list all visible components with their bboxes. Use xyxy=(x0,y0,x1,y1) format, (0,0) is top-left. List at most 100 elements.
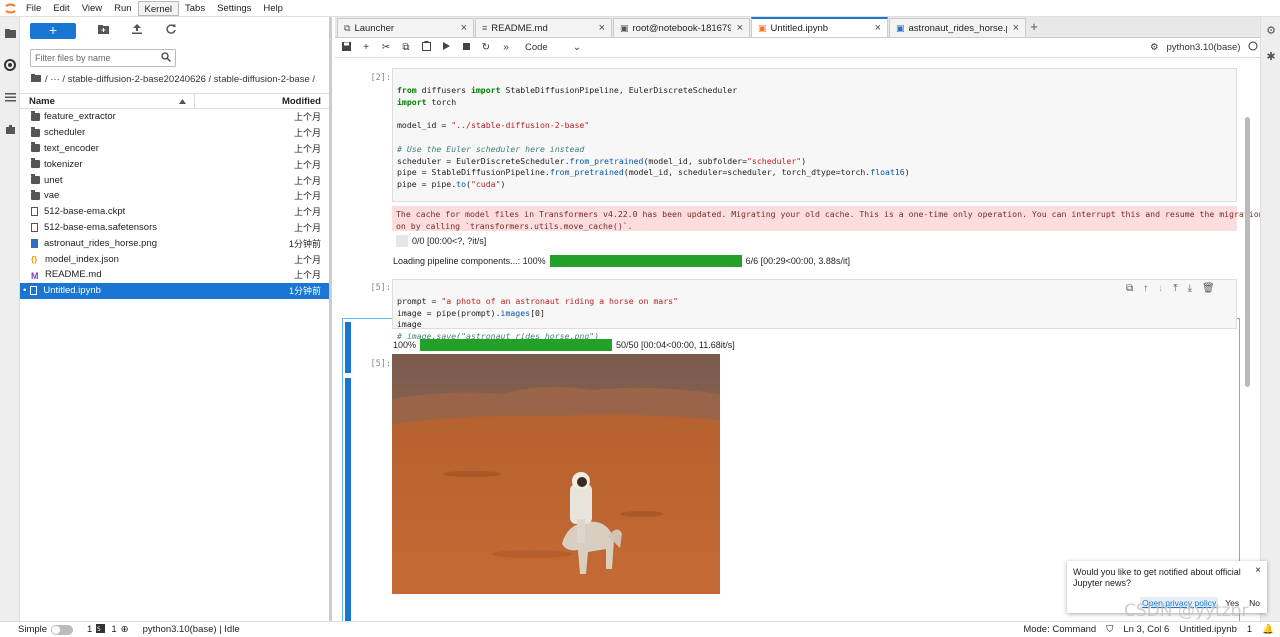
menu-run[interactable]: Run xyxy=(108,1,137,16)
file-modified: 上个月 xyxy=(293,222,321,233)
tab-untitled-notebook[interactable]: ▣ Untitled.ipynb × xyxy=(751,17,888,37)
close-icon[interactable]: × xyxy=(737,22,743,34)
code-line: pipe = StableDiffusionPipeline.from_pret… xyxy=(397,167,910,178)
code-cell-2[interactable]: prompt = "a photo of an astronaut riding… xyxy=(392,279,1237,341)
run-icon[interactable] xyxy=(441,42,451,53)
no-button[interactable]: No xyxy=(1246,597,1263,609)
copy-icon[interactable]: ⧉ xyxy=(401,42,411,53)
file-row-scheduler[interactable]: scheduler 上个月 xyxy=(20,125,329,141)
sort-caret-up-icon xyxy=(179,96,186,107)
tab-readme[interactable]: ≡ README.md × xyxy=(475,18,612,37)
name-column-header[interactable]: Name xyxy=(20,93,195,109)
cut-icon[interactable]: ✂ xyxy=(381,42,391,53)
notebook-icon: ▣ xyxy=(758,22,767,33)
menu-kernel[interactable]: Kernel xyxy=(137,0,180,16)
notebook-scrollbar[interactable] xyxy=(1245,117,1250,387)
menu-edit[interactable]: Edit xyxy=(47,1,75,16)
code-cell-1[interactable]: from diffusers import StableDiffusionPip… xyxy=(392,68,1237,202)
progress-empty: 0/0 [00:00<?, ?it/s] xyxy=(396,235,486,247)
filter-files-input[interactable] xyxy=(35,53,155,63)
cursor-position[interactable]: Ln 3, Col 6 xyxy=(1123,624,1169,635)
refresh-icon[interactable] xyxy=(164,24,178,38)
table-of-contents-icon[interactable] xyxy=(0,81,20,113)
running-kernels-icon[interactable] xyxy=(0,49,20,81)
insert-below-icon[interactable]: ⤓ xyxy=(1188,283,1192,294)
add-tab-button[interactable]: + xyxy=(1027,18,1041,37)
stop-icon[interactable] xyxy=(461,42,471,53)
paste-icon[interactable] xyxy=(421,41,431,54)
extensions-puzzle-icon[interactable] xyxy=(0,113,20,145)
move-down-icon[interactable]: ↓ xyxy=(1158,283,1163,294)
insert-above-icon[interactable]: ⤒ xyxy=(1173,283,1177,294)
mode-indicator[interactable]: Mode: Command xyxy=(1023,624,1096,635)
file-row-unet[interactable]: unet 上个月 xyxy=(20,172,329,188)
tab-terminal[interactable]: ▣ root@notebook-18167946 × xyxy=(613,18,750,37)
file-name: feature_extractor xyxy=(44,111,116,123)
save-icon[interactable] xyxy=(341,41,351,54)
duplicate-cell-icon[interactable]: ⧉ xyxy=(1126,283,1133,294)
menu-file[interactable]: File xyxy=(20,1,47,16)
code-line: prompt = "a photo of an astronaut riding… xyxy=(397,295,678,306)
file-row-png[interactable]: astronaut_rides_horse.png 1分钟前 xyxy=(20,235,329,251)
gear-icon[interactable]: ⚙ xyxy=(1150,42,1159,53)
progress-fill xyxy=(549,255,742,267)
new-launcher-button[interactable]: + xyxy=(30,23,76,39)
code-comment: # Use the Euler scheduler here instead xyxy=(397,143,585,154)
move-up-icon[interactable]: ↑ xyxy=(1143,283,1148,294)
kernel-status[interactable]: python3.10(base) | Idle xyxy=(143,624,240,635)
menu-help[interactable]: Help xyxy=(257,1,289,16)
tab-launcher[interactable]: ⧉ Launcher × xyxy=(337,18,474,37)
filter-files-box xyxy=(30,49,176,67)
file-row-vae[interactable]: vae 上个月 xyxy=(20,188,329,204)
terminal-icon: S xyxy=(96,623,106,636)
launcher-icon: ⧉ xyxy=(344,22,351,33)
close-icon[interactable]: × xyxy=(1013,22,1019,34)
file-name: unet xyxy=(44,174,63,186)
upload-icon[interactable] xyxy=(130,24,144,38)
file-row-json[interactable]: {} model_index.json 上个月 xyxy=(20,251,329,267)
close-icon[interactable]: × xyxy=(1255,565,1261,576)
tab-image[interactable]: ▣ astronaut_rides_horse.png × xyxy=(889,18,1026,37)
close-icon[interactable]: × xyxy=(461,22,467,34)
file-row-feature-extractor[interactable]: feature_extractor 上个月 xyxy=(20,109,329,125)
debugger-bug-icon[interactable]: ✱ xyxy=(1261,43,1280,69)
simple-mode-toggle[interactable] xyxy=(51,624,74,635)
output-collapser[interactable] xyxy=(345,378,351,621)
modified-column-header[interactable]: Modified xyxy=(195,96,329,107)
progress-bar-empty xyxy=(396,235,408,247)
delete-cell-icon[interactable]: 🗑 xyxy=(1202,283,1215,294)
folder-icon[interactable] xyxy=(0,17,20,49)
file-name: vae xyxy=(44,190,60,202)
terminal-count[interactable]: 1 xyxy=(87,624,92,635)
cell-type-select[interactable]: Code ⌄ xyxy=(525,42,581,53)
cell-prompt: [2]: xyxy=(370,73,391,83)
kernel-status-icon xyxy=(1248,41,1258,54)
file-name: 512-base-ema.safetensors xyxy=(44,221,158,233)
restart-icon[interactable]: ↻ xyxy=(481,42,491,53)
file-row-ckpt[interactable]: 512-base-ema.ckpt 上个月 xyxy=(20,204,329,220)
insert-cell-icon[interactable]: + xyxy=(361,42,371,53)
new-folder-icon[interactable] xyxy=(96,24,110,38)
kernel-count[interactable]: 1 xyxy=(111,624,116,635)
kernel-name[interactable]: python3.10(base) xyxy=(1167,42,1241,53)
property-inspector-gear-icon[interactable]: ⚙ xyxy=(1261,17,1280,43)
file-row-safetensors[interactable]: 512-base-ema.safetensors 上个月 xyxy=(20,220,329,236)
home-folder-icon[interactable] xyxy=(31,73,41,85)
file-row-readme[interactable]: M README.md 上个月 xyxy=(20,267,329,283)
file-modified: 上个月 xyxy=(293,112,321,123)
notification-count[interactable]: 1 xyxy=(1247,624,1252,635)
menu-settings[interactable]: Settings xyxy=(211,1,257,16)
close-icon[interactable]: × xyxy=(875,22,881,34)
file-name: astronaut_rides_horse.png xyxy=(44,237,158,249)
menu-tabs[interactable]: Tabs xyxy=(179,1,211,16)
fast-forward-icon[interactable]: » xyxy=(501,42,511,53)
file-row-text-encoder[interactable]: text_encoder 上个月 xyxy=(20,141,329,157)
menu-view[interactable]: View xyxy=(76,1,108,16)
breadcrumb-path[interactable]: / ··· / stable-diffusion-2-base20240626 … xyxy=(45,74,315,85)
breadcrumb[interactable]: / ··· / stable-diffusion-2-base20240626 … xyxy=(20,67,329,91)
image-icon: ▣ xyxy=(896,22,905,33)
bell-icon[interactable]: 🔔 xyxy=(1262,624,1274,635)
close-icon[interactable]: × xyxy=(599,22,605,34)
file-row-notebook[interactable]: • Untitled.ipynb 1分钟前 xyxy=(20,282,329,299)
file-row-tokenizer[interactable]: tokenizer 上个月 xyxy=(20,156,329,172)
